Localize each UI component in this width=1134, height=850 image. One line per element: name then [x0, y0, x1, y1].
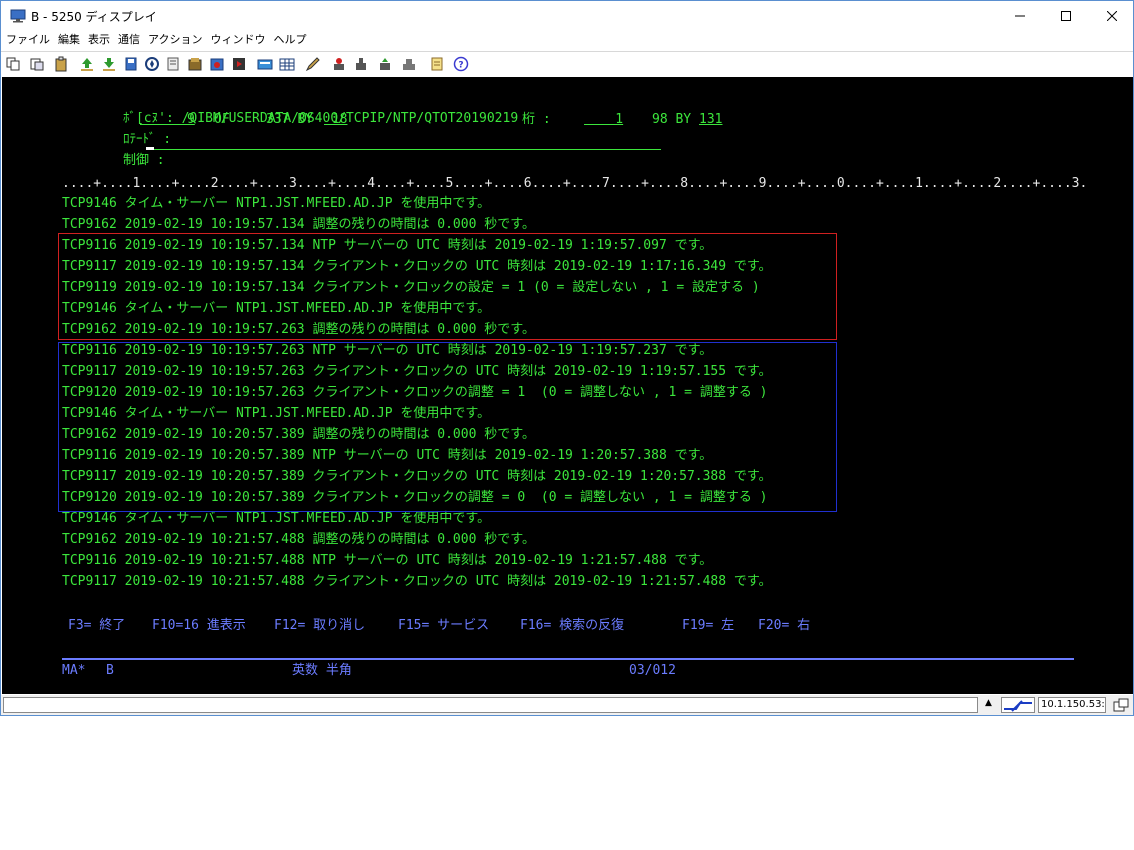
- highlight-box-red: [58, 233, 837, 340]
- monitor-icon: [10, 9, 26, 23]
- column-current-field[interactable]: 1: [584, 110, 623, 130]
- clipboard-icon[interactable]: [53, 56, 69, 72]
- print-icon[interactable]: [401, 56, 417, 72]
- input-mode: 英数 半角: [292, 663, 352, 678]
- data-line: TCP9146 タイム・サーバー NTP1.JST.MFEED.AD.JP を使…: [62, 196, 491, 211]
- session-icon[interactable]: [1112, 697, 1130, 713]
- close-button[interactable]: [1089, 1, 1134, 31]
- column-width-field[interactable]: 131: [699, 110, 722, 130]
- data-line: TCP9162 2019-02-19 10:19:57.134 調整の残りの時間…: [62, 217, 535, 232]
- text-cursor: [146, 147, 154, 150]
- menu-help[interactable]: ヘルプ: [269, 31, 310, 49]
- status-divider: [62, 658, 1074, 660]
- copy-icon[interactable]: [5, 56, 21, 72]
- play-icon[interactable]: [231, 56, 247, 72]
- record-total-text: 337 BY: [266, 112, 313, 127]
- upload-icon[interactable]: [79, 56, 95, 72]
- control-label: 制御 :: [122, 153, 165, 168]
- title-bar: B - 5250 ディスプレイ: [1, 1, 1133, 31]
- cursor-position: 03/012: [629, 663, 676, 678]
- notes-icon[interactable]: [429, 56, 445, 72]
- fkey-f12[interactable]: F12= 取り消し: [274, 616, 365, 636]
- fkey-f16[interactable]: F16= 検索の反復: [520, 616, 624, 636]
- emulator-window: B - 5250 ディスプレイ ファイル 編集 表示 通信 アクション ウィンド…: [0, 0, 1134, 716]
- path-row: ﾎﾞ[cﾇ': /QIBM/USERDATA/OS400/TCPIP/NTP/Q…: [76, 89, 518, 126]
- status-bar: ▲ 10.1.150.53:23: [1, 695, 1133, 715]
- svg-text:?: ?: [458, 61, 463, 71]
- fkey-f10[interactable]: F10=16 進表示: [152, 616, 246, 636]
- record-current[interactable]: 9: [140, 112, 195, 127]
- lightning-icon: [1004, 700, 1032, 712]
- menu-file[interactable]: ファイル: [1, 31, 54, 49]
- session-indicator: MA*: [62, 663, 86, 678]
- menu-communication[interactable]: 通信: [114, 31, 144, 49]
- column-width[interactable]: 131: [699, 112, 722, 127]
- record-current-field[interactable]: 9: [140, 110, 195, 130]
- close-icon: [1107, 11, 1117, 21]
- keyboard-icon[interactable]: [257, 56, 273, 72]
- connection-status: [1001, 697, 1035, 713]
- paste-icon[interactable]: [29, 56, 45, 72]
- data-line: TCP9146 タイム・サーバー NTP1.JST.MFEED.AD.JP を使…: [62, 511, 491, 526]
- maximize-button[interactable]: [1043, 1, 1089, 31]
- menu-view[interactable]: 表示: [84, 31, 114, 49]
- column-total-text: 98 BY: [652, 112, 692, 127]
- record-width[interactable]: 18: [324, 112, 348, 127]
- save-icon[interactable]: [123, 56, 139, 72]
- menu-edit[interactable]: 編集: [54, 31, 84, 49]
- help-icon[interactable]: ?: [453, 56, 469, 72]
- minimize-icon: [1015, 15, 1025, 17]
- pen-icon[interactable]: [305, 56, 321, 72]
- menu-window[interactable]: ウィンドウ: [206, 31, 269, 49]
- minimize-button[interactable]: [997, 1, 1043, 31]
- menu-actions[interactable]: アクション: [144, 31, 206, 49]
- column-label: 桁 :: [522, 112, 551, 127]
- maximize-icon: [1061, 11, 1071, 21]
- download-icon[interactable]: [101, 56, 117, 72]
- transfer-icon[interactable]: [331, 56, 347, 72]
- toolbar: ?: [1, 51, 1133, 75]
- fkey-f20[interactable]: F20= 右: [758, 616, 810, 636]
- data-line: TCP9162 2019-02-19 10:21:57.488 調整の残りの時間…: [62, 532, 535, 547]
- fkey-f19[interactable]: F19= 左: [682, 616, 734, 636]
- record-of-text: OF: [214, 112, 230, 127]
- keypad-icon[interactable]: [279, 56, 295, 72]
- menu-bar: ファイル 編集 表示 通信 アクション ウィンドウ ヘルプ: [1, 31, 1133, 49]
- record-width-field[interactable]: 18: [324, 110, 348, 130]
- message-field: [3, 697, 978, 713]
- highlight-box-blue: [58, 342, 837, 512]
- host-address: 10.1.150.53:23: [1038, 697, 1106, 713]
- session-id: B: [106, 663, 114, 678]
- column-ruler: ....+....1....+....2....+....3....+....4…: [62, 176, 1088, 191]
- window-title: B - 5250 ディスプレイ: [31, 10, 157, 24]
- macro-icon[interactable]: [187, 56, 203, 72]
- data-line: TCP9117 2019-02-19 10:21:57.488 クライアント・ク…: [62, 574, 772, 589]
- document-icon[interactable]: [165, 56, 181, 72]
- send-icon[interactable]: [353, 56, 369, 72]
- column-current[interactable]: 1: [584, 112, 623, 127]
- navigate-icon[interactable]: [144, 56, 160, 72]
- fkey-f15[interactable]: F15= サービス: [398, 616, 489, 636]
- fkey-f3[interactable]: F3= 終了: [68, 616, 125, 636]
- path-value: /QIBM/USERDATA/OS400/TCPIP/NTP/QTOT20190…: [181, 111, 519, 126]
- data-line: TCP9116 2019-02-19 10:21:57.488 NTP サーバー…: [62, 553, 713, 568]
- record-icon[interactable]: [209, 56, 225, 72]
- control-input[interactable]: [146, 149, 661, 150]
- triangle-up-icon[interactable]: ▲: [985, 698, 992, 708]
- terminal-screen[interactable]: ﾎﾞ[cﾇ': /QIBM/USERDATA/OS400/TCPIP/NTP/Q…: [2, 77, 1133, 694]
- receive-icon[interactable]: [377, 56, 393, 72]
